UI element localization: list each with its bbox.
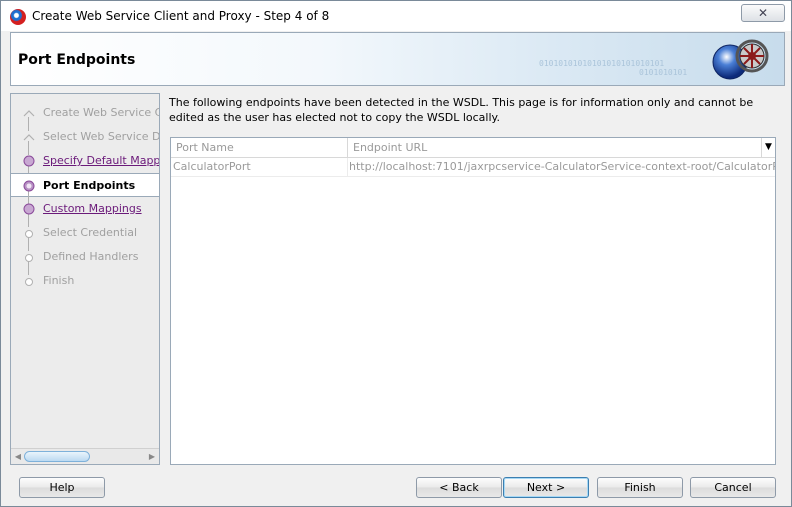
window-title: Create Web Service Client and Proxy - St…: [32, 9, 330, 23]
step-marker-active-icon: [23, 155, 35, 167]
step-label: Custom Mappings: [43, 202, 142, 215]
step-specify-default-mapping[interactable]: Specify Default Mapping: [11, 149, 160, 179]
globe-wheel-icon: [712, 39, 769, 80]
column-header-port-name[interactable]: Port Name: [171, 138, 348, 158]
port-name-cell: CalculatorPort: [171, 158, 348, 177]
binary-line: 0101010101: [639, 68, 688, 77]
page-title: Port Endpoints: [18, 52, 136, 68]
endpoints-table: Port Name Endpoint URL ▼ CalculatorPort …: [170, 137, 776, 465]
close-button[interactable]: ✕: [741, 4, 785, 22]
step-select-web-service-desc: Select Web Service Desc: [11, 125, 160, 155]
page-header: Port Endpoints 0101010101010101010101010…: [10, 32, 785, 86]
scroll-right-icon[interactable]: ▶: [146, 450, 158, 463]
step-create-web-service-clie: Create Web Service Clie: [11, 101, 159, 131]
step-marker-pending-icon: [25, 278, 33, 286]
cancel-button[interactable]: Cancel: [690, 477, 776, 498]
endpoint-url-cell: http://localhost:7101/jaxrpcservice-Calc…: [349, 160, 775, 173]
step-finish: Finish: [11, 269, 159, 293]
step-marker-pending-icon: [25, 230, 33, 238]
table-row[interactable]: CalculatorPort http://localhost:7101/jax…: [171, 158, 775, 177]
step-marker-pending-icon: [25, 254, 33, 262]
next-button[interactable]: Next >: [503, 477, 589, 498]
page-description: The following endpoints have been detect…: [169, 96, 754, 124]
step-marker-visited-icon: [23, 134, 35, 141]
step-label: Specify Default Mapping: [43, 154, 160, 167]
column-header-endpoint-url[interactable]: Endpoint URL: [348, 138, 761, 158]
step-label: Create Web Service Clie: [43, 106, 159, 119]
binary-line: 01010101010101010101010101: [539, 59, 665, 68]
dialog-window: Create Web Service Client and Proxy - St…: [0, 0, 792, 507]
step-select-credential: Select Credential: [11, 221, 159, 251]
help-button[interactable]: Help: [19, 477, 105, 498]
step-label: Finish: [43, 274, 75, 287]
step-marker-visited-icon: [23, 110, 35, 117]
scroll-thumb[interactable]: [24, 451, 90, 462]
back-button[interactable]: < Back: [416, 477, 502, 498]
step-defined-handlers: Defined Handlers: [11, 245, 159, 275]
step-label: Select Web Service Desc: [43, 130, 160, 143]
steps-horizontal-scrollbar[interactable]: ◀ ▶: [11, 448, 159, 464]
step-label: Defined Handlers: [43, 250, 139, 263]
table-header: Port Name Endpoint URL ▼: [171, 138, 775, 158]
step-custom-mappings[interactable]: Custom Mappings: [11, 197, 159, 227]
scroll-left-icon[interactable]: ◀: [12, 450, 24, 463]
step-marker-active-icon: [23, 180, 35, 192]
column-menu-dropdown-icon[interactable]: ▼: [761, 138, 775, 157]
header-binary-decoration: 01010101010101010101010101 0101010101: [539, 59, 687, 77]
step-label: Select Credential: [43, 226, 138, 239]
step-label: Port Endpoints: [43, 179, 136, 192]
wizard-steps-panel: Create Web Service Clie Select Web Servic…: [10, 93, 160, 465]
step-port-endpoints: Port Endpoints: [11, 173, 159, 204]
finish-button[interactable]: Finish: [597, 477, 683, 498]
step-marker-active-icon: [23, 203, 35, 215]
jdeveloper-app-icon: [10, 9, 26, 25]
title-bar: Create Web Service Client and Proxy - St…: [1, 1, 791, 31]
content-panel: The following endpoints have been detect…: [161, 93, 785, 465]
